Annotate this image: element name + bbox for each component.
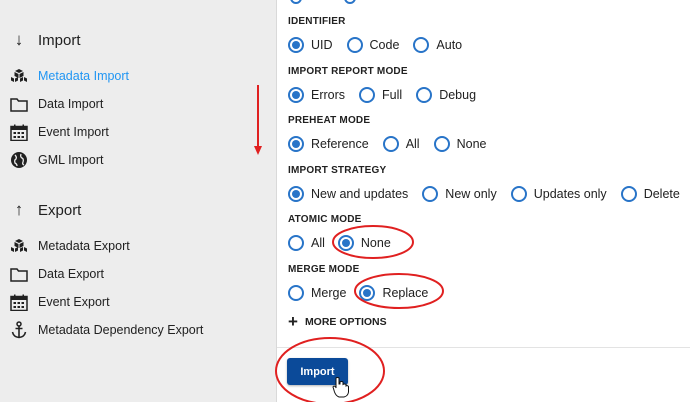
identifier-option-code[interactable]: Code [346,37,399,53]
sidebar-item-metadata-export[interactable]: Metadata Export [9,237,130,255]
sidebar: ↓ Import Metadata Import Data Import Eve… [0,0,276,402]
identifier-radio-group: UID Code Auto [288,37,462,53]
cubes-icon [9,237,29,255]
anchor-icon [9,321,29,339]
strategy-option-delete[interactable]: Delete [620,186,680,202]
radio-unselected-icon [620,186,637,202]
folder-icon [9,95,29,113]
arrow-down-icon: ↓ [14,30,24,49]
radio-unselected-icon [346,37,363,53]
sidebar-item-label: Event Import [38,125,109,139]
merge-option-merge[interactable]: Merge [288,285,346,301]
radio-selected-icon [288,136,304,152]
radio-unselected-icon [510,186,527,202]
plus-icon: + [288,312,298,331]
sidebar-item-event-export[interactable]: Event Export [9,293,110,311]
sidebar-item-label: Event Export [38,295,110,309]
sidebar-item-label: Metadata Import [38,69,130,83]
preheat-option-reference[interactable]: Reference [288,136,369,152]
strategy-option-new-only[interactable]: New only [422,186,497,202]
radio-selected-icon [359,285,376,301]
import-section-title: Import [38,31,81,49]
more-options-toggle[interactable]: + MORE OPTIONS [288,312,387,331]
previous-options-fragment [288,0,368,4]
merge-mode-radio-group: Merge Replace [288,285,428,301]
sidebar-item-gml-import[interactable]: GML Import [9,151,104,169]
radio-unselected-icon [288,235,304,251]
radio-unselected-icon [433,136,450,152]
radio-unselected-icon [413,37,430,53]
atomic-mode-title: ATOMIC MODE [288,214,362,225]
radio-unselected-icon [382,136,399,152]
strategy-option-new-and-updates[interactable]: New and updates [288,186,408,202]
import-report-mode-radio-group: Errors Full Debug [288,87,476,103]
radio-selected-icon [288,186,304,202]
export-section-title: Export [38,201,82,219]
calendar-icon [9,123,29,141]
divider [277,347,690,348]
import-report-mode-title: IMPORT REPORT MODE [288,66,408,77]
radio-unselected-icon [416,87,433,103]
calendar-icon [9,293,29,311]
preheat-option-none[interactable]: None [433,136,486,152]
export-section-header: ↑ Export [12,200,82,220]
atomic-option-none[interactable]: None [337,235,391,251]
cubes-icon [9,67,29,85]
report-option-debug[interactable]: Debug [416,87,476,103]
identifier-option-uid[interactable]: UID [288,37,333,53]
sidebar-item-label: GML Import [38,153,104,167]
more-options-label: MORE OPTIONS [304,316,387,328]
strategy-option-updates-only[interactable]: Updates only [510,186,607,202]
identifier-option-auto[interactable]: Auto [413,37,462,53]
radio-selected-icon [288,37,304,53]
preheat-mode-title: PREHEAT MODE [288,115,371,126]
report-option-errors[interactable]: Errors [288,87,345,103]
radio-selected-icon [288,87,304,103]
sidebar-item-label: Metadata Export [38,239,130,253]
atomic-option-all[interactable]: All [288,235,325,251]
arrow-up-icon: ↑ [14,200,24,219]
radio-unselected-icon [422,186,439,202]
sidebar-item-event-import[interactable]: Event Import [9,123,109,141]
atomic-mode-radio-group: All None [288,235,391,251]
merge-option-replace[interactable]: Replace [359,285,428,301]
radio-unselected-icon [288,285,304,301]
report-option-full[interactable]: Full [359,87,402,103]
preheat-option-all[interactable]: All [382,136,420,152]
folder-icon [9,265,29,283]
preheat-mode-radio-group: Reference All None [288,136,486,152]
sidebar-item-metadata-import[interactable]: Metadata Import [9,67,129,85]
sidebar-item-metadata-dependency-export[interactable]: Metadata Dependency Export [9,321,203,339]
sidebar-item-label: Data Import [38,97,104,111]
sidebar-item-data-import[interactable]: Data Import [9,95,103,113]
radio-unselected-icon [359,87,376,103]
import-strategy-title: IMPORT STRATEGY [288,165,387,176]
import-strategy-radio-group: New and updates New only Updates only De… [288,186,680,202]
sidebar-item-label: Metadata Dependency Export [38,323,204,337]
globe-icon [9,151,29,169]
identifier-title: IDENTIFIER [288,16,346,27]
merge-mode-title: MERGE MODE [288,264,360,275]
import-button[interactable]: Import [287,358,348,385]
sidebar-item-data-export[interactable]: Data Export [9,265,104,283]
import-section-header: ↓ Import [12,30,81,50]
sidebar-item-label: Data Export [38,267,105,281]
radio-selected-icon [337,235,354,251]
